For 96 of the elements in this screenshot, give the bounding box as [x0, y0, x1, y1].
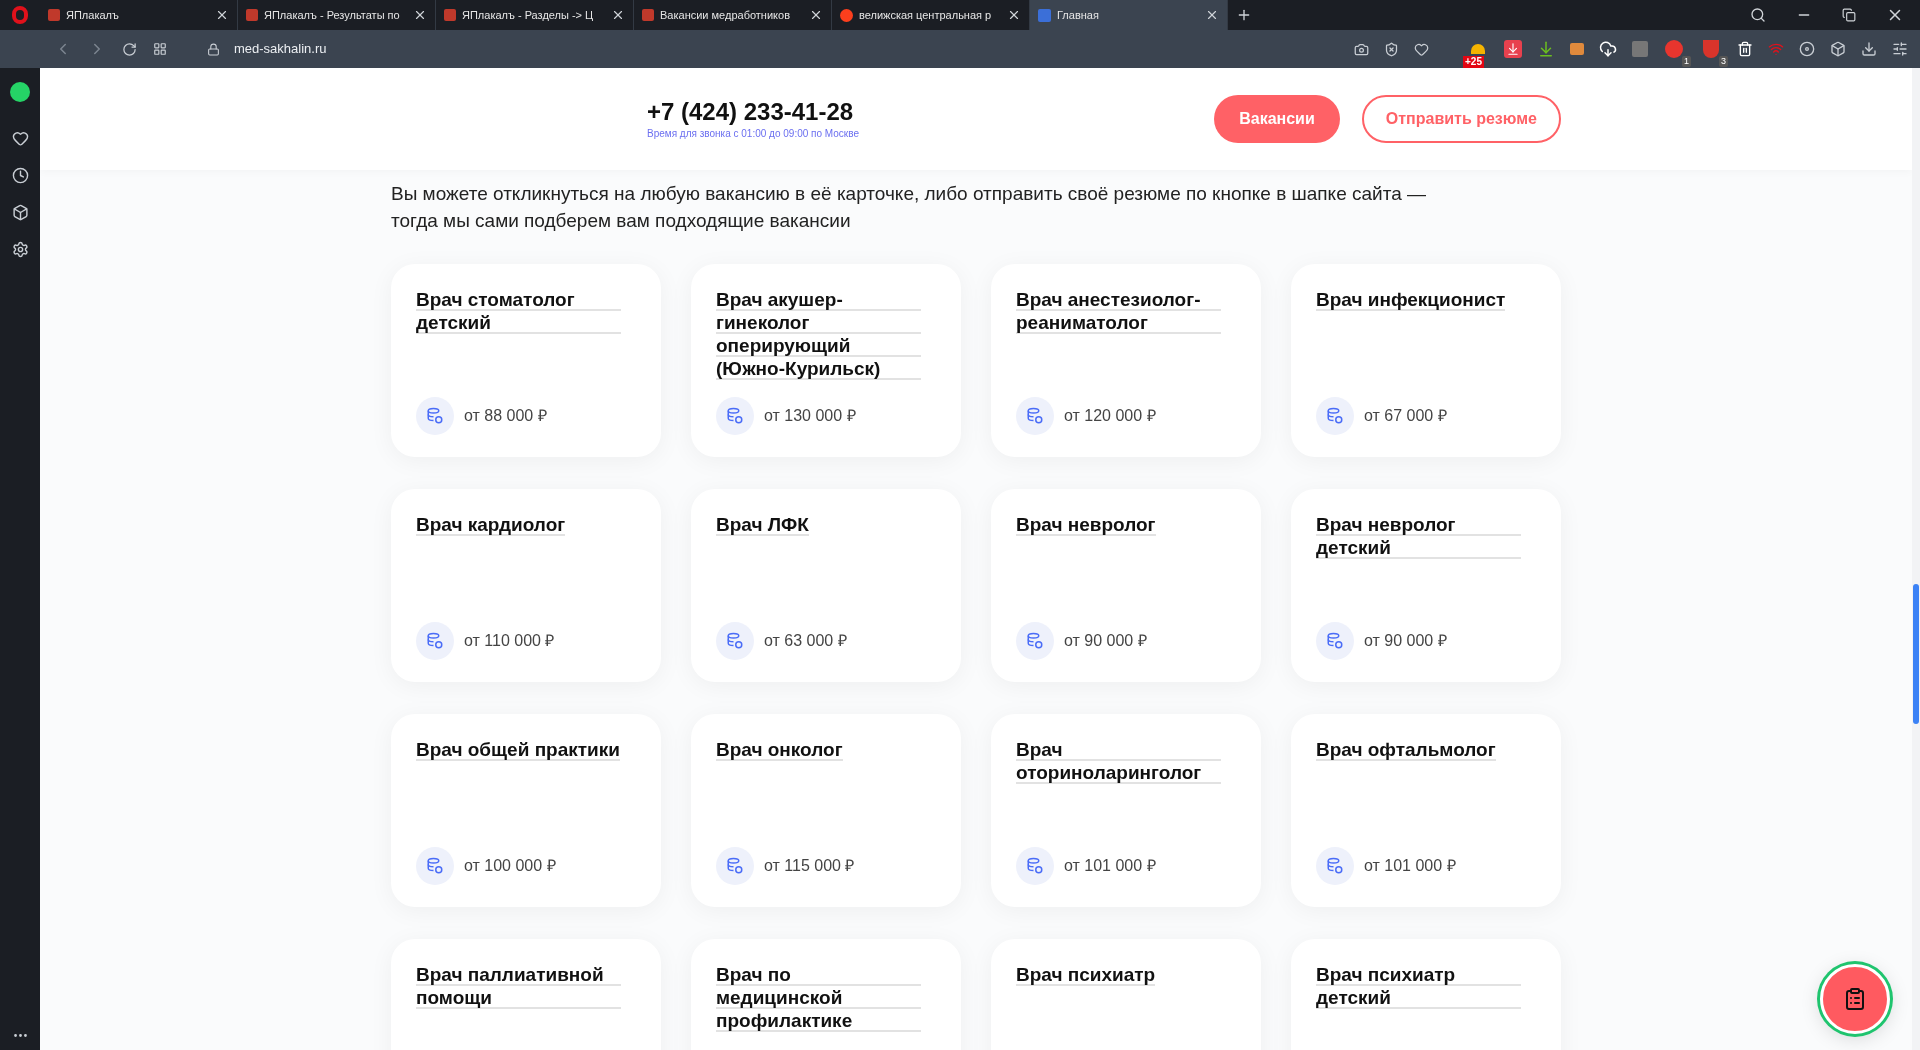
coins-icon: [1326, 857, 1344, 875]
disc-icon[interactable]: [1799, 41, 1815, 57]
close-icon[interactable]: [215, 8, 229, 22]
shield-icon: [1703, 40, 1719, 58]
settings-icon[interactable]: [1892, 41, 1908, 57]
vacancy-card[interactable]: Врач онколог от 115 000 ₽: [691, 714, 961, 907]
salary-text: от 115 000 ₽: [764, 856, 855, 876]
coins-icon: [426, 632, 444, 650]
salary-text: от 67 000 ₽: [1364, 406, 1447, 426]
call-hours-text: Время для звонка с 01:00 до 09:00 по Москве: [647, 126, 859, 141]
vacancy-card[interactable]: Врач офтальмолог от 101 000 ₽: [1291, 714, 1561, 907]
arrow-down-icon[interactable]: [1537, 40, 1555, 58]
sun-icon: [1471, 44, 1485, 54]
coins-icon: [1326, 407, 1344, 425]
tab-title: Главная: [1057, 7, 1100, 23]
vacancy-card[interactable]: Врач по медицинской профилактике: [691, 939, 961, 1050]
vacancy-card[interactable]: Врач общей практики от 100 000 ₽: [391, 714, 661, 907]
close-icon[interactable]: [809, 8, 823, 22]
site-favicon-icon: [48, 9, 60, 21]
browser-tab[interactable]: Главная: [1030, 0, 1228, 30]
stop-sign-icon: [1665, 40, 1683, 58]
clock-icon[interactable]: [11, 167, 29, 184]
vacancy-card[interactable]: Врач невролог детский от 90 000 ₽: [1291, 489, 1561, 682]
close-icon[interactable]: [413, 8, 427, 22]
settings-icon[interactable]: [11, 241, 29, 258]
address-text: med-sakhalin.ru: [234, 40, 327, 59]
trash-icon[interactable]: [1737, 41, 1753, 57]
site-favicon-icon: [444, 9, 456, 21]
close-icon[interactable]: [1205, 8, 1219, 22]
coins-icon: [1026, 407, 1044, 425]
grid-icon[interactable]: [153, 42, 167, 56]
extension-badge: +25: [1463, 56, 1484, 68]
tab-title: Вакансии медработников: [660, 7, 791, 23]
salary-text: от 90 000 ₽: [1364, 631, 1447, 651]
vacancy-card[interactable]: Врач акушер-гинеколог оперирующий (Южно-Курильск) от 130 000 ₽: [691, 264, 961, 457]
lock-icon: [207, 42, 220, 56]
new-tab-icon[interactable]: [1236, 7, 1252, 23]
extension-button[interactable]: [1471, 44, 1485, 54]
clipboard-button[interactable]: [1820, 964, 1890, 1034]
coins-icon: [726, 407, 744, 425]
clipboard-icon: [1843, 987, 1867, 1011]
vacancy-card[interactable]: Врач оториноларинголог от 101 000 ₽: [991, 714, 1261, 907]
tab-title: велижская центральная р: [859, 7, 993, 23]
salary-text: от 100 000 ₽: [464, 856, 556, 876]
vacancy-card[interactable]: Врач психиатр детский: [1291, 939, 1561, 1050]
coins-icon: [426, 407, 444, 425]
search-icon[interactable]: [1750, 7, 1766, 23]
salary-text: от 101 000 ₽: [1064, 856, 1156, 876]
site-favicon-icon: [642, 9, 654, 21]
phone-number[interactable]: +7 (424) 233-41-28: [647, 97, 859, 126]
extension-badge: 3: [1719, 56, 1728, 67]
close-icon[interactable]: [1007, 8, 1021, 22]
site-favicon-icon: [246, 9, 258, 21]
salary-text: от 101 000 ₽: [1364, 856, 1456, 876]
coins-icon: [726, 632, 744, 650]
vacancy-card[interactable]: Врач невролог от 90 000 ₽: [991, 489, 1261, 682]
cube-icon[interactable]: [1830, 41, 1846, 57]
salary-text: от 130 000 ₽: [764, 406, 856, 426]
scrollbar-thumb[interactable]: [1913, 584, 1919, 724]
heart-icon[interactable]: [11, 130, 29, 147]
coins-icon: [726, 857, 744, 875]
coins-icon: [1026, 857, 1044, 875]
address-bar[interactable]: med-sakhalin.ru: [207, 39, 1354, 59]
heart-icon[interactable]: [1414, 41, 1429, 57]
vacancy-card[interactable]: Врач инфекционист от 67 000 ₽: [1291, 264, 1561, 457]
salary-text: от 88 000 ₽: [464, 406, 547, 426]
coins-icon: [426, 857, 444, 875]
vacancy-card[interactable]: Врач психиатр: [991, 939, 1261, 1050]
coins-icon: [1026, 632, 1044, 650]
vacancy-card[interactable]: Врач анестезиолог-реаниматолог от 120 000 ₽: [991, 264, 1261, 457]
tab-title: ЯПлакалъ - Результаты по: [264, 7, 401, 23]
salary-text: от 90 000 ₽: [1064, 631, 1147, 651]
shield-icon[interactable]: [1384, 41, 1399, 57]
cloud-download-icon[interactable]: [1599, 40, 1617, 58]
intro-text: Вы можете откликнуться на любую вакансию в её карточке, либо отправить своё резюме по кнопке в шапке сайта — тогда мы сами подберем вам подходящие вакансии: [391, 182, 1427, 233]
site-favicon-icon: [840, 8, 853, 22]
vacancy-card[interactable]: Врач ЛФК от 63 000 ₽: [691, 489, 961, 682]
vacancy-card[interactable]: Врач стоматолог детский от 88 000 ₽: [391, 264, 661, 457]
camera-icon[interactable]: [1354, 41, 1369, 57]
restore-icon[interactable]: [1842, 8, 1856, 22]
vacancy-card[interactable]: Врач паллиативной помощи: [391, 939, 661, 1050]
close-icon[interactable]: [611, 8, 625, 22]
tab-title: ЯПлакалъ - Разделы -> Ц: [462, 7, 595, 23]
cube-icon[interactable]: [11, 204, 29, 221]
site-favicon-icon: [1038, 8, 1051, 22]
extension-badge: 1: [1682, 56, 1691, 67]
download-icon[interactable]: [1861, 41, 1877, 57]
vacancy-card[interactable]: Врач кардиолог от 110 000 ₽: [391, 489, 661, 682]
salary-text: от 63 000 ₽: [764, 631, 847, 651]
download-icon[interactable]: [1504, 40, 1522, 58]
coins-icon: [1326, 632, 1344, 650]
salary-text: от 120 000 ₽: [1064, 406, 1156, 426]
browser-logo-icon[interactable]: [12, 6, 28, 24]
salary-text: от 110 000 ₽: [464, 631, 555, 651]
tab-title: ЯПлакалъ: [66, 7, 120, 23]
reload-icon[interactable]: [122, 41, 137, 57]
